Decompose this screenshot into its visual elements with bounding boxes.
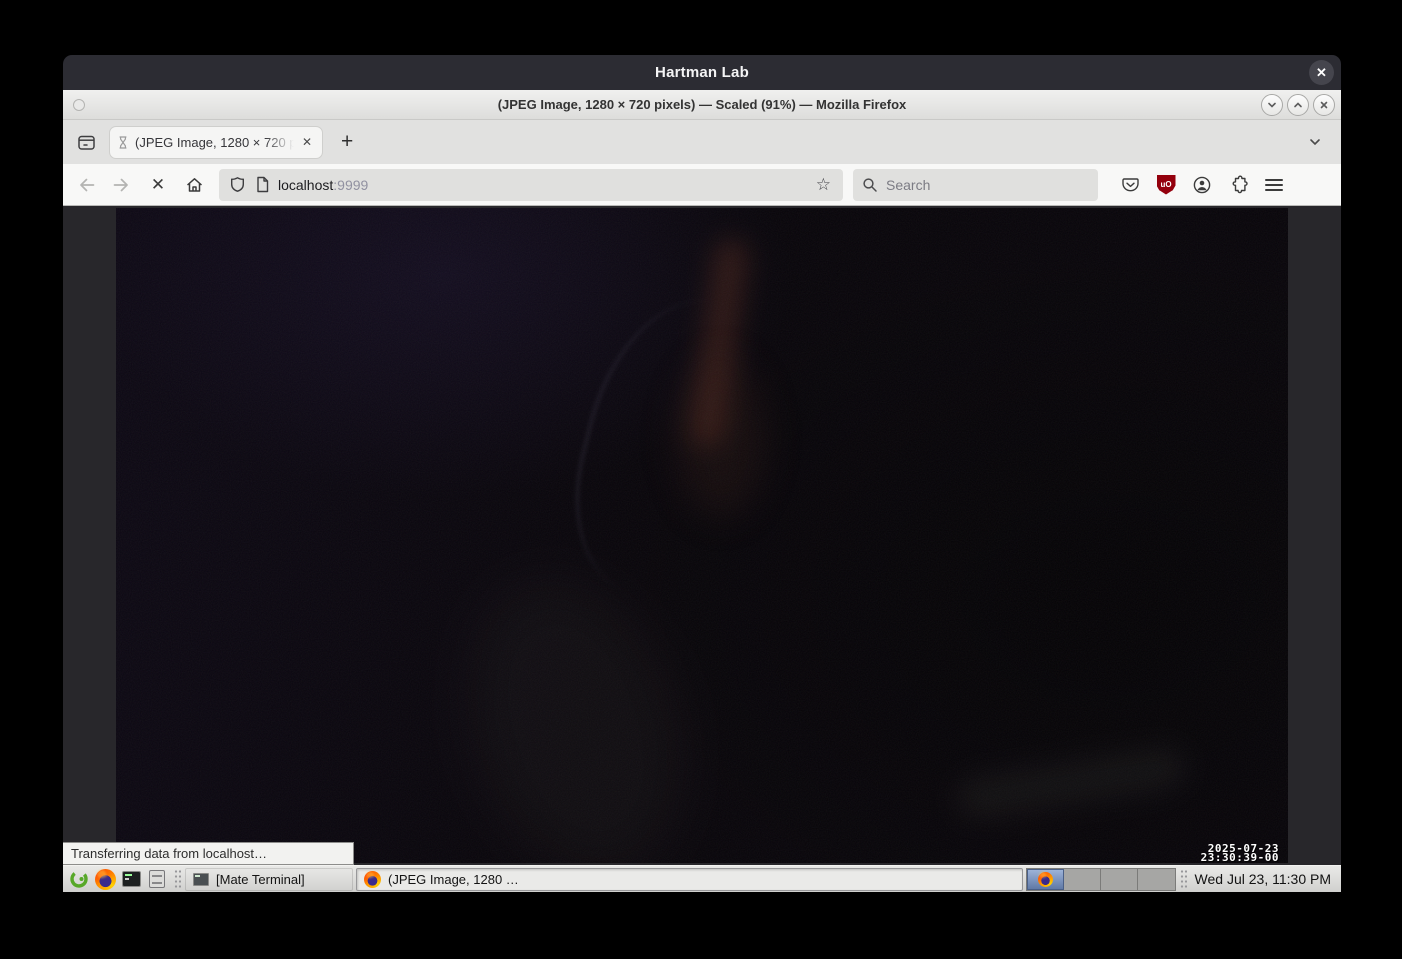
- stop-x-icon: ✕: [151, 175, 165, 195]
- navigation-toolbar: ✕ localhost:9999 ☆: [63, 164, 1341, 206]
- firefox-view-button[interactable]: [71, 127, 101, 157]
- mate-menu-icon: [69, 869, 89, 889]
- task-label: (JPEG Image, 1280 …: [388, 872, 519, 887]
- search-input[interactable]: [886, 177, 1056, 193]
- ublock-shield-icon: uO: [1157, 175, 1176, 195]
- camera-timestamp: 2025-07-23 23:30:39-00: [1201, 844, 1279, 862]
- terminal-launcher[interactable]: [119, 867, 143, 891]
- window-menu-icon[interactable]: [73, 99, 85, 111]
- panel-drag-handle[interactable]: [174, 869, 181, 889]
- close-button[interactable]: [1313, 94, 1335, 116]
- minimize-button[interactable]: [1261, 94, 1283, 116]
- pocket-icon: [1121, 176, 1140, 194]
- clock-drag-handle[interactable]: [1180, 869, 1187, 889]
- search-bar[interactable]: [853, 169, 1098, 201]
- chevron-up-icon: [1292, 99, 1304, 111]
- workspace-switcher: [1026, 868, 1176, 891]
- task-button-jpeg-image[interactable]: (JPEG Image, 1280 …: [356, 868, 1023, 891]
- account-button[interactable]: [1186, 170, 1218, 200]
- url-bar[interactable]: localhost:9999 ☆: [219, 169, 843, 201]
- chevron-down-icon: [1308, 135, 1322, 149]
- back-button[interactable]: [71, 170, 101, 200]
- hourglass-loading-icon: [117, 136, 129, 149]
- timestamp-time: 23:30:39-00: [1201, 853, 1279, 862]
- back-arrow-icon: [77, 176, 95, 194]
- ublock-label: uO: [1160, 180, 1171, 189]
- firefox-view-icon: [77, 133, 96, 152]
- tab-bar: (JPEG Image, 1280 × 720 pi ✕ +: [63, 120, 1341, 164]
- home-icon: [185, 176, 204, 194]
- forward-button[interactable]: [107, 170, 137, 200]
- window-controls: [1261, 94, 1335, 116]
- firefox-icon: [364, 871, 381, 888]
- pocket-button[interactable]: [1114, 170, 1146, 200]
- mate-menu-button[interactable]: [67, 867, 91, 891]
- app-menu-button[interactable]: [1258, 170, 1290, 200]
- list-all-tabs-button[interactable]: [1303, 130, 1327, 154]
- vnc-close-button[interactable]: ✕: [1309, 60, 1334, 85]
- url-port: :9999: [333, 177, 368, 193]
- page-info-icon[interactable]: [255, 176, 270, 193]
- forward-arrow-icon: [113, 176, 131, 194]
- firefox-icon: [1038, 872, 1053, 887]
- browser-content: 2025-07-23 23:30:39-00 Transferring data…: [63, 206, 1341, 865]
- tab-jpeg-image[interactable]: (JPEG Image, 1280 × 720 pi ✕: [109, 126, 323, 159]
- tab-title: (JPEG Image, 1280 × 720 pi: [135, 135, 299, 150]
- firefox-titlebar[interactable]: (JPEG Image, 1280 × 720 pixels) — Scaled…: [63, 90, 1341, 120]
- bookmark-star-icon[interactable]: ☆: [814, 175, 833, 195]
- tab-title-fade: [265, 135, 299, 150]
- extensions-button[interactable]: [1222, 170, 1254, 200]
- sensor-noise-overlay: [116, 208, 1288, 863]
- ublock-origin-button[interactable]: uO: [1150, 170, 1182, 200]
- search-icon: [862, 177, 878, 193]
- workspace-1-active[interactable]: [1027, 869, 1064, 890]
- puzzle-piece-icon: [1229, 175, 1248, 194]
- new-tab-button[interactable]: +: [335, 132, 359, 152]
- url-host: localhost: [278, 177, 333, 193]
- taskbar-clock[interactable]: Wed Jul 23, 11:30 PM: [1191, 871, 1338, 887]
- home-button[interactable]: [179, 170, 209, 200]
- hamburger-menu-icon: [1265, 176, 1283, 194]
- account-icon: [1192, 175, 1212, 195]
- stop-button[interactable]: ✕: [143, 170, 173, 200]
- maximize-button[interactable]: [1287, 94, 1309, 116]
- vnc-titlebar: Hartman Lab ✕: [63, 55, 1341, 90]
- file-manager-launcher[interactable]: [145, 867, 169, 891]
- url-text[interactable]: localhost:9999: [278, 177, 814, 193]
- webcam-jpeg-image[interactable]: 2025-07-23 23:30:39-00: [116, 208, 1288, 863]
- toolbar-action-icons: uO: [1110, 170, 1290, 200]
- workspace-3[interactable]: [1101, 869, 1138, 890]
- workspace-4[interactable]: [1138, 869, 1175, 890]
- firefox-icon: [95, 869, 116, 890]
- terminal-icon: [193, 873, 209, 886]
- tracking-shield-icon[interactable]: [229, 176, 246, 194]
- close-icon: [1318, 99, 1330, 111]
- workspace-2[interactable]: [1064, 869, 1101, 890]
- firefox-window-title: (JPEG Image, 1280 × 720 pixels) — Scaled…: [498, 97, 907, 112]
- status-bar: Transferring data from localhost…: [63, 842, 354, 865]
- task-button-mate-terminal[interactable]: [Mate Terminal]: [185, 868, 353, 891]
- file-cabinet-icon: [149, 870, 165, 888]
- chevron-down-icon: [1266, 99, 1278, 111]
- remote-desktop: Hartman Lab ✕ (JPEG Image, 1280 × 720 pi…: [63, 55, 1341, 894]
- taskbar: [Mate Terminal] (JPEG Image, 1280 … Wed …: [63, 865, 1341, 892]
- task-label: [Mate Terminal]: [216, 872, 305, 887]
- firefox-launcher[interactable]: [93, 867, 117, 891]
- terminal-icon: [122, 871, 141, 887]
- vnc-window-title: Hartman Lab: [655, 64, 749, 81]
- tab-close-icon[interactable]: ✕: [299, 133, 315, 151]
